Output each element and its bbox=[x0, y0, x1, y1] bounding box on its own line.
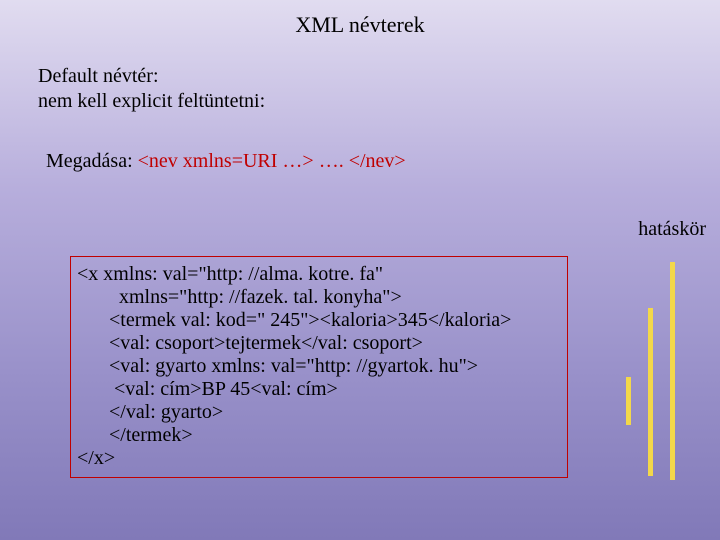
code-line: <val: cím>BP 45<val: cím> bbox=[109, 378, 561, 401]
code-line: xmlns="http: //fazek. tal. konyha"> bbox=[109, 286, 561, 309]
scope-bar-middle bbox=[648, 308, 653, 476]
scope-bar-inner bbox=[626, 377, 631, 425]
scope-label: hatáskör bbox=[638, 218, 706, 241]
code-line: <x xmlns: val="http: //alma. kotre. fa" bbox=[77, 263, 561, 286]
code-example-box: <x xmlns: val="http: //alma. kotre. fa" … bbox=[70, 256, 568, 478]
code-line: <val: csoport>tejtermek</val: csoport> bbox=[109, 332, 561, 355]
code-line: <termek val: kod=" 245"><kaloria>345</ka… bbox=[109, 309, 561, 332]
code-line: </x> bbox=[77, 447, 561, 470]
code-line: </termek> bbox=[109, 424, 561, 447]
intro-line-1: Default névtér: bbox=[38, 64, 720, 89]
scope-bar-outer bbox=[670, 262, 675, 480]
code-line: </val: gyarto> bbox=[109, 401, 561, 424]
code-line: <val: gyarto xmlns: val="http: //gyartok… bbox=[109, 355, 561, 378]
definition-line: Megadása: <nev xmlns=URI …> …. </nev> bbox=[46, 150, 720, 173]
intro-block: Default névtér: nem kell explicit feltün… bbox=[38, 64, 720, 114]
slide-title: XML névterek bbox=[0, 0, 720, 46]
slide: XML névterek Default névtér: nem kell ex… bbox=[0, 0, 720, 540]
definition-expression: <nev xmlns=URI …> …. </nev> bbox=[138, 150, 406, 172]
scope-bars bbox=[584, 262, 694, 492]
definition-prefix: Megadása: bbox=[46, 150, 138, 172]
intro-line-2: nem kell explicit feltüntetni: bbox=[38, 89, 720, 114]
